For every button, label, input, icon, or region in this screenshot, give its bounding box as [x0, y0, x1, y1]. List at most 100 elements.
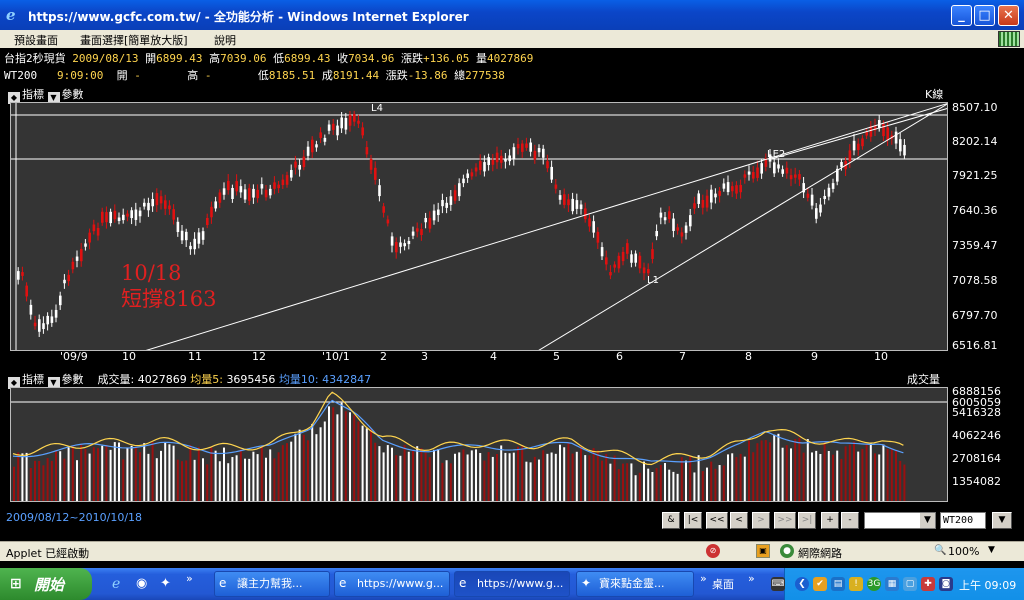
volume-bar	[706, 467, 708, 501]
nav-button-anchor[interactable]: &	[662, 512, 680, 529]
tray-back-icon[interactable]: ❮	[795, 577, 809, 591]
period-dropdown[interactable]: ▼	[864, 512, 936, 529]
indicator-menu[interactable]: 指標	[22, 373, 44, 386]
menu-item-help[interactable]: 說明	[214, 32, 236, 48]
candle-body	[172, 209, 175, 220]
symbol-go-button[interactable]: ▼	[992, 512, 1012, 529]
candle-body	[432, 210, 436, 221]
candle-body	[63, 279, 66, 284]
volume-panel-header: ◆ 指標 ▼ 參數 成交量: 4027869 均量5: 3695456 均量10: …	[8, 371, 371, 389]
candle-body	[516, 144, 520, 149]
volume-bar	[546, 453, 549, 501]
menu-item-default-view[interactable]: 預設畫面	[14, 32, 58, 48]
volume-bar	[63, 458, 66, 501]
tray-app-icon[interactable]: ◙	[939, 577, 953, 591]
volume-bar	[441, 462, 444, 501]
volume-bar	[38, 460, 41, 501]
candle-body	[327, 124, 331, 131]
quicklaunch-more-icon[interactable]: »	[186, 572, 193, 585]
quicklaunch-app-icon[interactable]: ✦	[160, 576, 171, 591]
candle-body	[424, 217, 427, 223]
nav-button-last[interactable]: >|	[798, 512, 816, 529]
candle-body	[42, 323, 45, 330]
privacy-icon[interactable]: ⊘	[706, 544, 720, 558]
param-menu[interactable]: 參數	[62, 88, 84, 101]
tray-monitor-icon[interactable]: ▢	[903, 577, 917, 591]
volume-bar	[659, 464, 662, 501]
nav-button-fast-forward[interactable]: >>	[774, 512, 796, 529]
desktop-toolbar-label[interactable]: 桌面	[712, 576, 734, 592]
volume-bar	[172, 445, 175, 501]
protected-mode-icon[interactable]: ▣	[756, 544, 770, 558]
candle-body	[33, 322, 37, 327]
candle-body	[46, 315, 49, 325]
taskbar-more-icon[interactable]: »	[700, 572, 707, 585]
desktop-more-icon[interactable]: »	[748, 572, 755, 585]
candle-body	[613, 264, 616, 268]
keyboard-icon[interactable]: ⌨	[771, 577, 785, 591]
volume-chart[interactable]	[10, 387, 948, 502]
candle-body	[130, 210, 133, 219]
y-tick: 1354082	[952, 475, 1001, 488]
candle-body	[642, 267, 646, 274]
volume-bar	[307, 440, 309, 501]
symbol-input[interactable]: WT200	[940, 512, 986, 529]
candle-body	[180, 230, 184, 241]
minimize-button[interactable]: _	[951, 5, 972, 26]
zoom-out-button[interactable]: -	[841, 512, 859, 529]
zoom-dropdown-icon[interactable]: ▼	[988, 545, 995, 555]
candle-body	[231, 187, 234, 200]
tray-security-icon[interactable]: ✚	[921, 577, 935, 591]
candle-body	[403, 243, 406, 247]
candle-body	[54, 309, 58, 318]
volume-bar	[151, 441, 154, 501]
quicklaunch-globe-icon[interactable]: ◉	[136, 576, 147, 591]
price-chart[interactable]: 10/18 短撐8163 L4 LE2 L1	[10, 102, 948, 351]
tray-shield-icon[interactable]: !	[849, 577, 863, 591]
task-button-3[interactable]: e https://www.g...	[454, 571, 570, 597]
candle-body	[80, 248, 83, 262]
nav-button-fast-back[interactable]: <<	[706, 512, 728, 529]
volume-bar	[756, 443, 759, 501]
candlestick-svg	[11, 103, 947, 350]
volume-bar	[407, 451, 410, 501]
indicator-menu[interactable]: 指標	[22, 88, 44, 101]
volume-bar	[353, 415, 356, 501]
nav-button-first[interactable]: |<	[684, 512, 702, 529]
volume-bar	[529, 462, 532, 501]
volume-bar	[281, 445, 284, 501]
tray-network-icon[interactable]: ▤	[831, 577, 845, 591]
task-button-1[interactable]: e 讓主力幫我...	[214, 571, 330, 597]
menu-item-view-select[interactable]: 畫面選擇[簡單放大版]	[80, 32, 188, 48]
window-titlebar: e https://www.gcfc.com.tw/ - 全功能分析 - Win…	[0, 0, 1024, 30]
nav-button-forward[interactable]: >	[752, 512, 770, 529]
tray-display-icon[interactable]: ▦	[885, 577, 899, 591]
zoom-level[interactable]: 100%	[948, 545, 979, 558]
volume-bar	[105, 444, 108, 501]
param-menu[interactable]: 參數	[62, 373, 84, 386]
dropdown-arrow-icon[interactable]: ▼	[920, 513, 935, 528]
tray-check-icon[interactable]: ✔	[813, 577, 827, 591]
candle-body	[752, 172, 755, 179]
task-button-2[interactable]: e https://www.g...	[334, 571, 450, 597]
task-button-4[interactable]: ✦ 寶來點金靈...	[576, 571, 694, 597]
candle-body	[29, 304, 33, 315]
candle-body	[647, 269, 650, 274]
candle-body	[235, 181, 238, 192]
volume-bar	[601, 460, 603, 501]
tray-3g-icon[interactable]: 3G	[867, 577, 881, 591]
start-button[interactable]: ⊞ 開始	[0, 568, 92, 600]
candle-body	[340, 117, 343, 129]
volume-bar	[370, 428, 372, 501]
volume-bar	[155, 458, 158, 501]
candle-body	[311, 139, 314, 153]
volume-bar	[815, 450, 818, 501]
nav-button-back[interactable]: <	[730, 512, 748, 529]
volume-bar	[890, 448, 893, 501]
maximize-button[interactable]: □	[974, 5, 995, 26]
zoom-in-button[interactable]: +	[821, 512, 839, 529]
close-button[interactable]: ✕	[998, 5, 1019, 26]
candle-body	[361, 127, 364, 136]
candle-body	[508, 155, 511, 162]
quicklaunch-ie-icon[interactable]: e	[112, 576, 120, 592]
